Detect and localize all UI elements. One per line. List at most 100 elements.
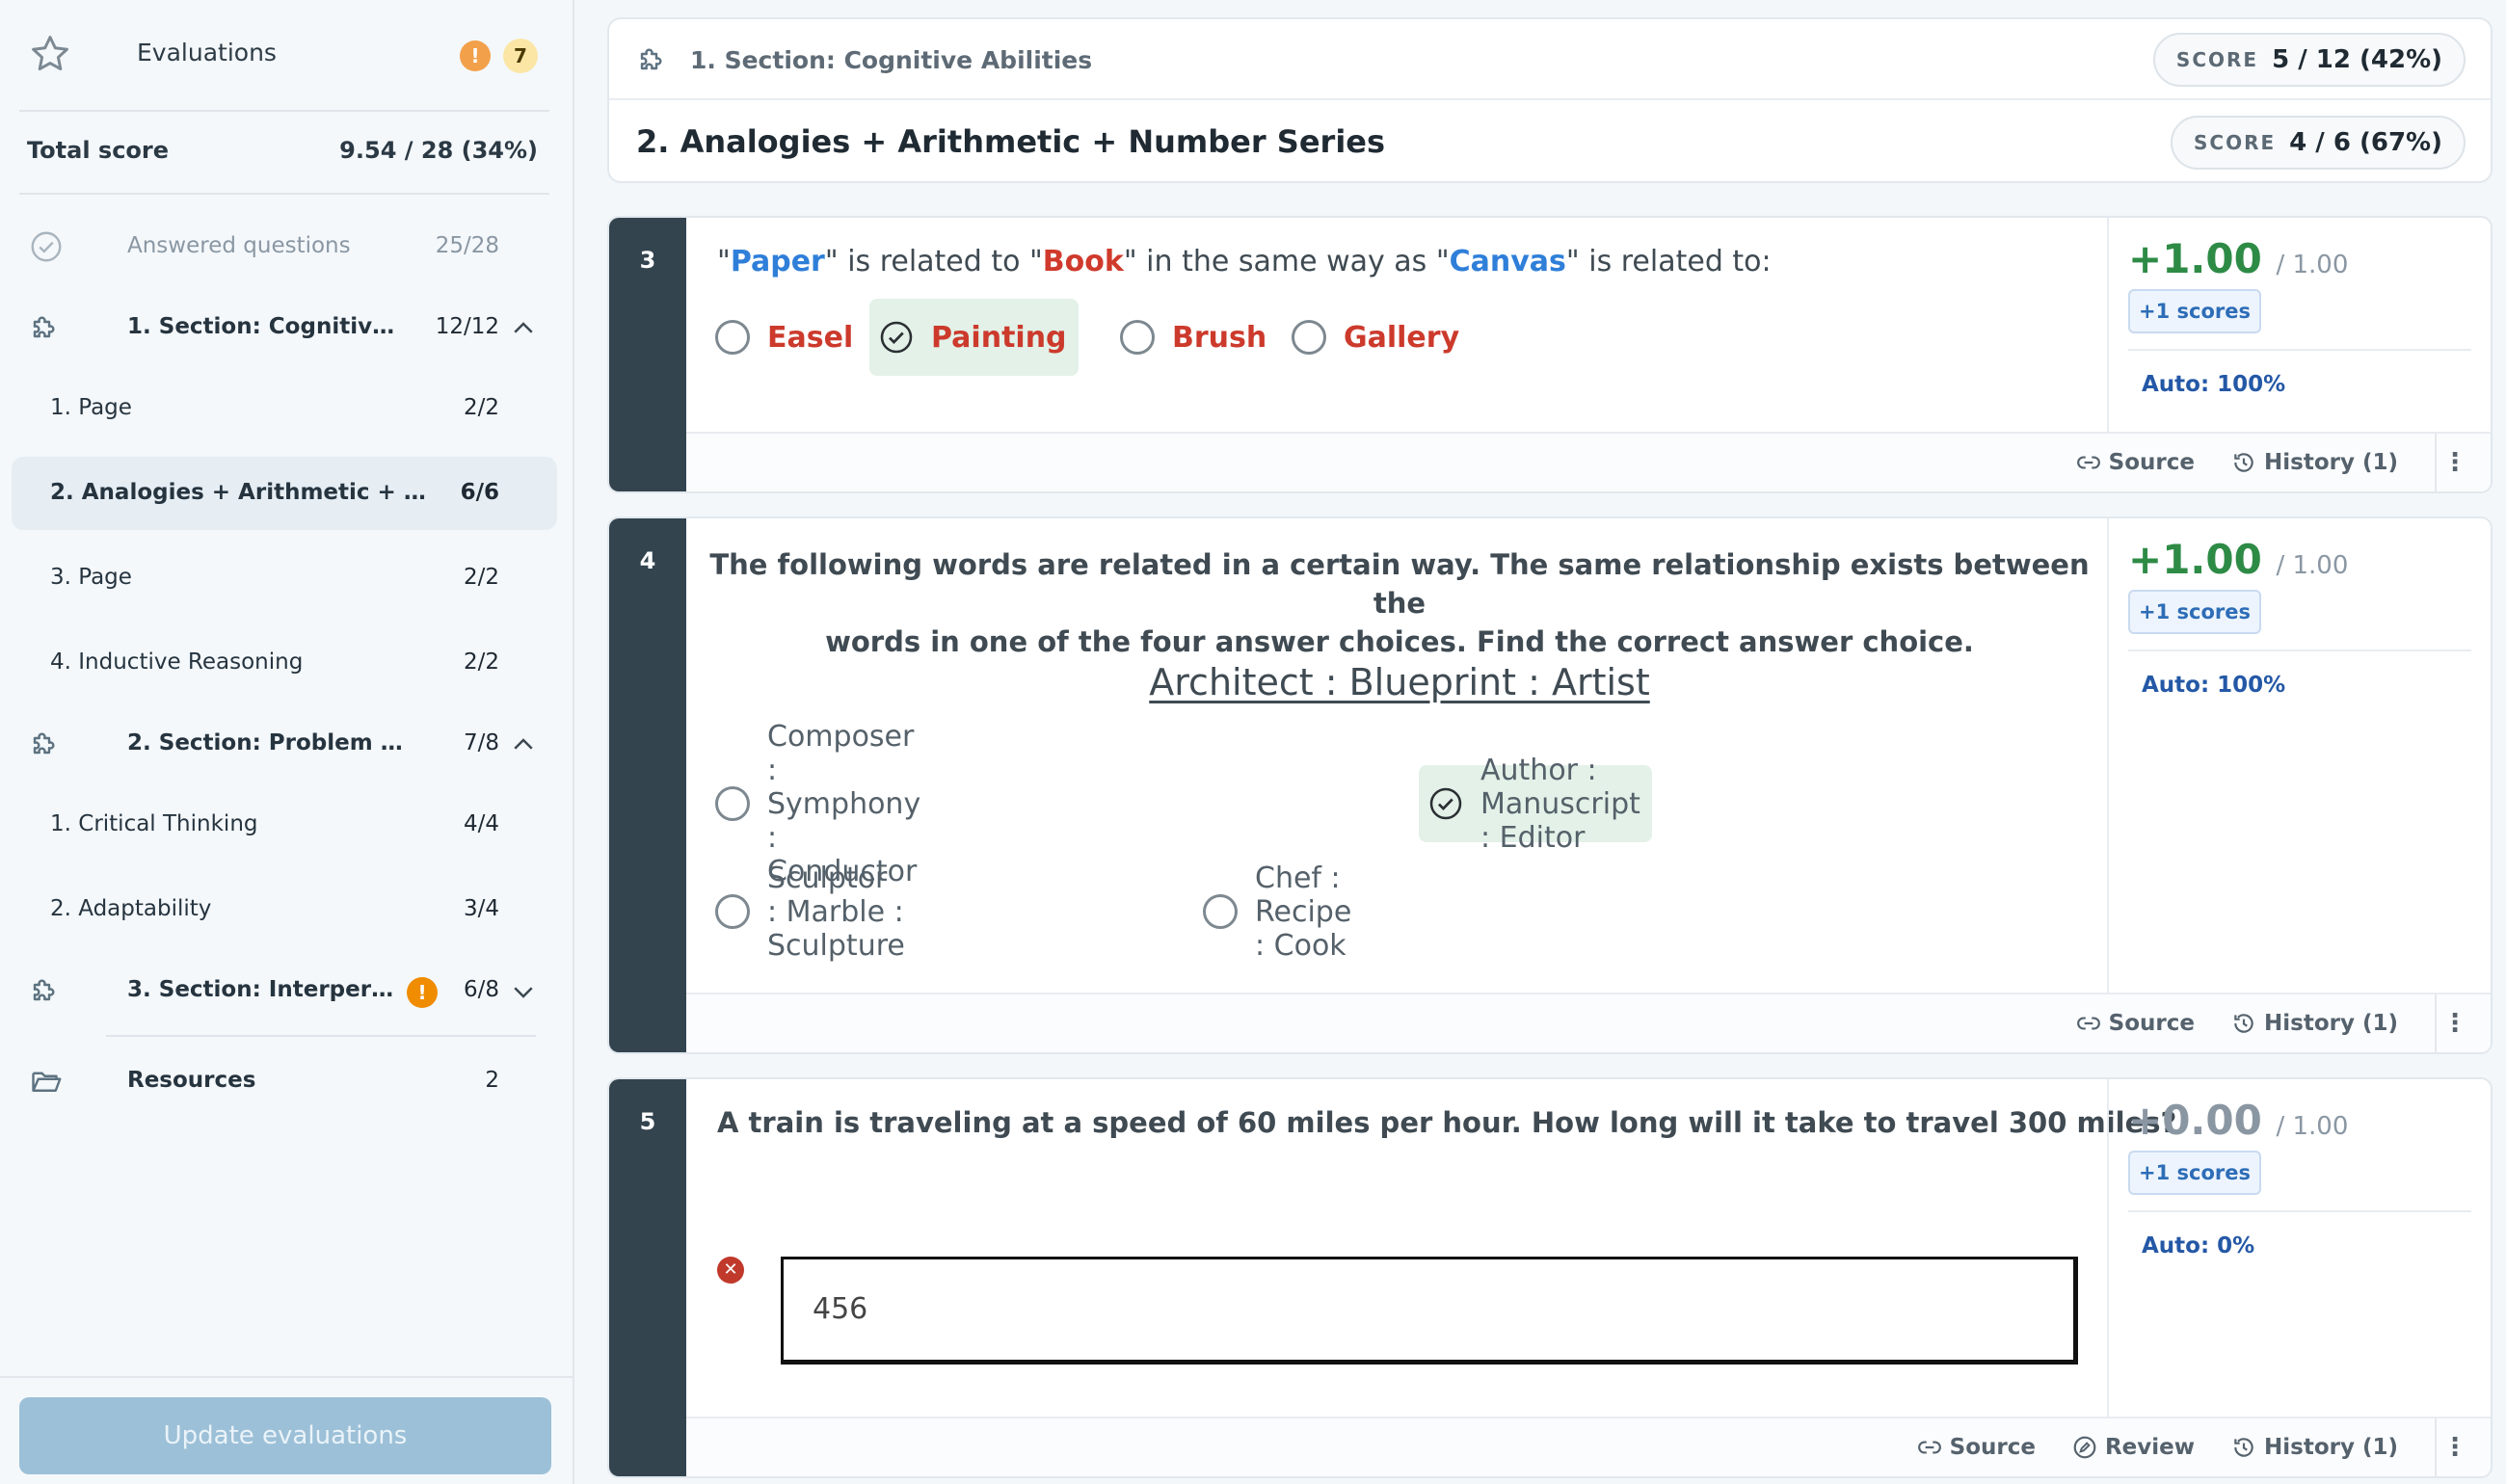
radio-icon[interactable] (1292, 320, 1326, 355)
question-number: 3 (639, 247, 656, 274)
sidebar-title: Evaluations (137, 39, 277, 66)
link-icon (2076, 1017, 2100, 1030)
total-score-value: 9.54 / 28 (34%) (339, 137, 538, 164)
evaluation-count-badge: 7 (503, 39, 538, 73)
more-options-icon[interactable]: ⋮ (2435, 994, 2473, 1052)
answer-option[interactable]: Easel (706, 299, 863, 376)
more-options-icon[interactable]: ⋮ (2435, 1418, 2473, 1476)
auto-score: Auto: 0% (2142, 1233, 2255, 1259)
folder-open-icon (32, 1072, 62, 1092)
page-header: 1. Section: Cognitive Abilities SCORE 5 … (607, 17, 2493, 183)
question-footer: Source History (1) ⋮ (686, 993, 2491, 1052)
sidebar-page-label: 1. Page (50, 395, 132, 420)
source-button[interactable]: Source (2076, 450, 2195, 475)
question-actions: Source History (1) ⋮ (2076, 994, 2491, 1052)
chevron-down-icon[interactable] (509, 977, 538, 1006)
puzzle-icon (33, 979, 55, 1001)
question-text: "Paper" is related to "Book" in the same… (717, 245, 1772, 278)
check-circle-icon[interactable] (879, 320, 914, 355)
answer-option[interactable]: Sculptor : Marble : Sculpture (706, 861, 915, 963)
score-value: 4 / 6 (67%) (2289, 128, 2442, 157)
radio-icon[interactable] (715, 894, 750, 929)
update-evaluations-button[interactable]: Update evaluations (19, 1397, 551, 1474)
question-footer: Source History (1) ⋮ (686, 432, 2491, 491)
score-value: 5 / 12 (42%) (2272, 45, 2442, 74)
option-label: Author : Manuscript : Editor (1480, 753, 1640, 855)
review-button[interactable]: Review (2072, 1435, 2195, 1460)
question-footer: Source Review History (1) ⋮ (686, 1417, 2491, 1476)
more-options-icon[interactable]: ⋮ (2435, 434, 2473, 491)
option-label: Brush (1172, 320, 1267, 355)
answer-option[interactable]: Chef : Recipe : Cook (1193, 861, 1361, 963)
option-label: Chef : Recipe : Cook (1255, 861, 1352, 963)
resources-label: Resources (127, 1068, 256, 1093)
add-scores-button[interactable]: +1 scores (2128, 289, 2261, 333)
answer-option[interactable]: Brush (1110, 299, 1276, 376)
history-button[interactable]: History (1) (2231, 1435, 2398, 1460)
divider (106, 1035, 536, 1037)
chevron-up-icon[interactable] (509, 314, 538, 343)
add-scores-button[interactable]: +1 scores (2128, 590, 2261, 634)
star-icon[interactable] (29, 33, 71, 75)
link-icon (2076, 456, 2100, 469)
puzzle-icon (33, 732, 55, 755)
history-icon (2234, 1014, 2253, 1033)
incorrect-icon: ✕ (717, 1257, 744, 1284)
sidebar-page-label: 2. Adaptability (50, 896, 212, 921)
question-score: +0.00 / 1.00 (2128, 1097, 2349, 1144)
sidebar-page-item[interactable]: 1. Critical Thinking 4/4 (12, 788, 557, 861)
answer-option-selected[interactable]: Painting (869, 299, 1079, 376)
score-panel: +1.00 / 1.00 +1 scores Auto: 100% (2107, 518, 2491, 994)
score-key: SCORE (2194, 131, 2277, 154)
sidebar-page-item[interactable]: 1. Page 2/2 (12, 372, 557, 445)
answer-option[interactable]: Gallery (1282, 299, 1469, 376)
sidebar-page-item-active[interactable]: 2. Analogies + Arithmetic + N... 6/6 (12, 457, 557, 530)
section-header-row: 1. Section: Cognitive Abilities SCORE 5 … (609, 19, 2491, 100)
answered-questions-label: Answered questions (127, 233, 351, 258)
history-button[interactable]: History (1) (2231, 450, 2398, 475)
answer-option[interactable]: Composer : Symphony : Conductor (706, 720, 930, 888)
sidebar-page-label: 2. Analogies + Arithmetic + N... (50, 480, 426, 505)
section-title: 1. Section: Cognitive Abilities (690, 46, 1093, 74)
option-label: Painting (931, 320, 1067, 355)
sidebar-section-label: 1. Section: Cognitive A... (127, 314, 407, 339)
history-button[interactable]: History (1) (2231, 1011, 2398, 1036)
radio-icon[interactable] (715, 320, 750, 355)
option-label: Easel (767, 320, 854, 355)
puzzle-icon (33, 316, 55, 338)
sidebar-page-count: 3/4 (463, 896, 499, 921)
sidebar-section-interpersonal[interactable]: 3. Section: Interperson... ! 6/8 (12, 954, 557, 1027)
answer-field[interactable]: 456 (781, 1257, 2078, 1365)
question-number-bar: 4 (609, 518, 686, 1052)
warning-badge: ! (460, 40, 491, 71)
option-label: Gallery (1344, 320, 1460, 355)
radio-icon[interactable] (715, 786, 750, 821)
divider (2128, 349, 2471, 351)
sidebar-page-item[interactable]: 2. Adaptability 3/4 (12, 873, 557, 946)
check-circle-icon[interactable] (1428, 786, 1463, 821)
chevron-up-icon[interactable] (509, 730, 538, 759)
add-scores-button[interactable]: +1 scores (2128, 1151, 2261, 1195)
question-number: 4 (639, 547, 656, 574)
sidebar-section-count: 6/8 (463, 977, 499, 1002)
radio-icon[interactable] (1120, 320, 1155, 355)
sidebar-page-item[interactable]: 3. Page 2/2 (12, 542, 557, 615)
page-score-badge: SCORE 4 / 6 (67%) (2171, 116, 2466, 170)
history-icon (2234, 1438, 2253, 1457)
sidebar-page-count: 2/2 (463, 395, 499, 420)
sidebar-page-label: 4. Inductive Reasoning (50, 649, 304, 675)
source-button[interactable]: Source (2076, 1011, 2195, 1036)
answer-option-selected[interactable]: Author : Manuscript : Editor (1419, 754, 1652, 855)
sidebar-resources[interactable]: Resources 2 (12, 1045, 557, 1118)
check-circle-icon (31, 231, 62, 262)
source-button[interactable]: Source (1917, 1435, 2036, 1460)
history-icon (2234, 453, 2253, 472)
sidebar-section-cognitive[interactable]: 1. Section: Cognitive A... 12/12 (12, 291, 557, 364)
sidebar-page-label: 3. Page (50, 565, 132, 590)
sidebar-page-item[interactable]: 4. Inductive Reasoning 2/2 (12, 626, 557, 700)
radio-icon[interactable] (1203, 894, 1238, 929)
sidebar-section-problem-solving[interactable]: 2. Section: Problem Sol... 7/8 (12, 707, 557, 781)
question-actions: Source History (1) ⋮ (2076, 434, 2491, 491)
question-card: 4 The following words are related in a c… (607, 517, 2493, 1054)
sidebar-footer: Update evaluations (0, 1376, 574, 1484)
